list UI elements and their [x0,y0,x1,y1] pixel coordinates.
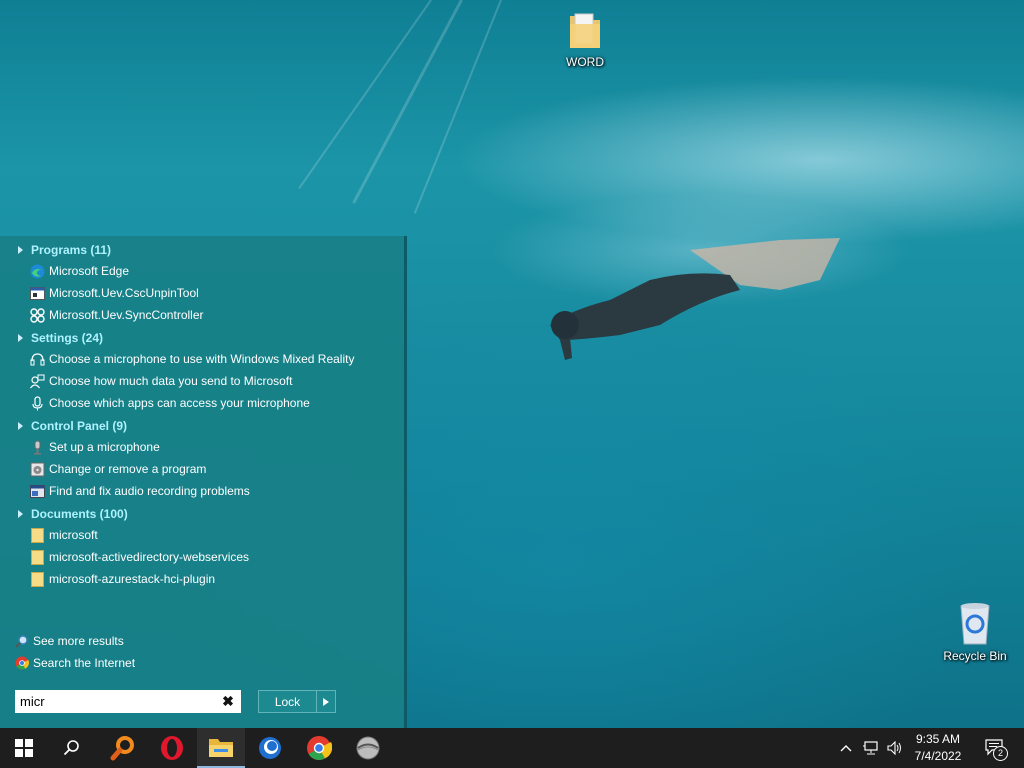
desktop-icon-recycle-bin[interactable]: Recycle Bin [935,600,1015,663]
group-header-label: Programs (11) [31,243,112,257]
file-explorer-icon [209,739,233,757]
result-set-up-microphone[interactable]: Set up a microphone [30,437,160,457]
group-header-programs[interactable]: Programs (11) [18,241,111,259]
document-folder-icon [30,571,45,587]
result-sync-controller[interactable]: Microsoft.Uev.SyncController [30,305,204,325]
taskbar-app-blue-circle[interactable] [246,728,294,768]
result-label: Find and fix audio recording problems [49,484,250,498]
desktop-icon-word-folder[interactable]: WORD [545,10,625,69]
document-folder-icon [30,549,45,565]
search-icon [63,740,79,756]
result-label: Microsoft.Uev.CscUnpinTool [49,286,199,300]
microphone-setup-icon [30,440,45,455]
result-label: Choose a microphone to use with Windows … [49,352,355,366]
result-microsoft-edge[interactable]: Microsoft Edge [30,261,129,281]
taskbar: 9:35 AM 7/4/2022 2 [0,728,1024,768]
group-header-control-panel[interactable]: Control Panel (9) [18,417,127,435]
magnifier-icon [15,635,28,648]
result-change-remove-program[interactable]: Change or remove a program [30,459,206,479]
light-ray [413,0,502,214]
programs-disc-icon [30,462,45,477]
result-label: Choose which apps can access your microp… [49,396,310,410]
desktop-icon-label: Recycle Bin [943,649,1007,663]
lock-button[interactable]: Lock [258,690,336,713]
search-internet-label: Search the Internet [33,656,136,670]
taskbar-app-file-explorer[interactable] [197,728,245,768]
result-label: Microsoft.Uev.SyncController [49,308,204,322]
network-icon [863,741,878,755]
volume-tray-button[interactable] [884,728,906,768]
result-csc-unpin-tool[interactable]: Microsoft.Uev.CscUnpinTool [30,283,199,303]
clear-search-icon[interactable]: ✖ [220,693,236,709]
group-header-label: Control Panel (9) [31,419,128,433]
troubleshoot-icon [30,484,45,499]
expand-triangle-icon [18,246,23,254]
edge-icon [30,264,45,279]
disc-app-icon [356,736,380,760]
chevron-up-icon [840,745,852,752]
feedback-person-icon [30,374,45,389]
diver-wallpaper-image [550,238,840,360]
sync-nodes-icon [30,307,45,323]
microphone-icon [30,395,45,411]
result-label: Choose how much data you send to Microso… [49,374,293,388]
clock-date[interactable]: 7/4/2022 [908,749,968,763]
result-fix-audio-recording[interactable]: Find and fix audio recording problems [30,481,250,501]
group-header-label: Settings (24) [31,331,104,345]
network-tray-button[interactable] [860,728,882,768]
group-header-label: Documents (100) [31,507,128,521]
blue-ring-app-icon [259,737,281,759]
taskbar-app-disc-tool[interactable] [344,728,392,768]
desktop-icon-label: WORD [566,55,604,69]
taskbar-app-search-tool[interactable] [99,728,147,768]
start-button[interactable] [0,728,48,768]
result-apps-microphone[interactable]: Choose which apps can access your microp… [30,393,310,413]
result-mixed-reality-microphone[interactable]: Choose a microphone to use with Windows … [30,349,354,369]
result-document-activedirectory[interactable]: microsoft-activedirectory-webservices [30,547,249,567]
opera-icon [161,736,183,760]
result-document-azurestack[interactable]: microsoft-azurestack-hci-plugin [30,569,215,589]
search-internet-link[interactable]: Search the Internet [15,654,135,672]
result-label: microsoft-azurestack-hci-plugin [49,572,216,586]
divider [130,425,385,426]
app-window-icon [30,286,45,301]
show-hidden-icons-button[interactable] [836,728,856,768]
folder-icon [570,13,600,48]
chrome-icon [307,736,332,761]
speaker-icon [887,741,901,755]
taskbar-app-opera[interactable] [148,728,196,768]
see-more-label: See more results [33,634,124,648]
document-folder-icon [30,527,45,543]
power-options-arrow-icon[interactable] [317,697,335,706]
search-input[interactable] [16,691,210,712]
result-label: microsoft-activedirectory-webservices [49,550,250,564]
headset-icon [30,352,45,367]
result-label: Set up a microphone [49,440,160,454]
result-label: microsoft [49,528,98,542]
expand-triangle-icon [18,422,23,430]
taskbar-search-button[interactable] [48,728,96,768]
taskbar-app-chrome[interactable] [295,728,343,768]
action-center-button[interactable]: 2 [976,728,1016,768]
expand-triangle-icon [18,510,23,518]
divider [117,249,385,250]
windows-logo-icon [15,739,33,757]
start-search-box[interactable]: ✖ [15,690,241,713]
orange-magnifier-icon [110,736,134,761]
divider [135,513,385,514]
expand-triangle-icon [18,334,23,342]
notification-count-badge: 2 [993,746,1008,761]
result-document-microsoft[interactable]: microsoft [30,525,98,545]
lock-button-label: Lock [274,694,301,709]
see-more-results-link[interactable]: See more results [15,632,124,650]
chrome-icon [15,656,29,670]
recycle-bin-icon [960,603,990,645]
result-label: Microsoft Edge [49,264,130,278]
result-label: Change or remove a program [49,462,207,476]
group-header-documents[interactable]: Documents (100) [18,505,128,523]
result-data-to-microsoft[interactable]: Choose how much data you send to Microso… [30,371,292,391]
clock-time[interactable]: 9:35 AM [908,732,968,746]
divider [110,337,385,338]
group-header-settings[interactable]: Settings (24) [18,329,103,347]
